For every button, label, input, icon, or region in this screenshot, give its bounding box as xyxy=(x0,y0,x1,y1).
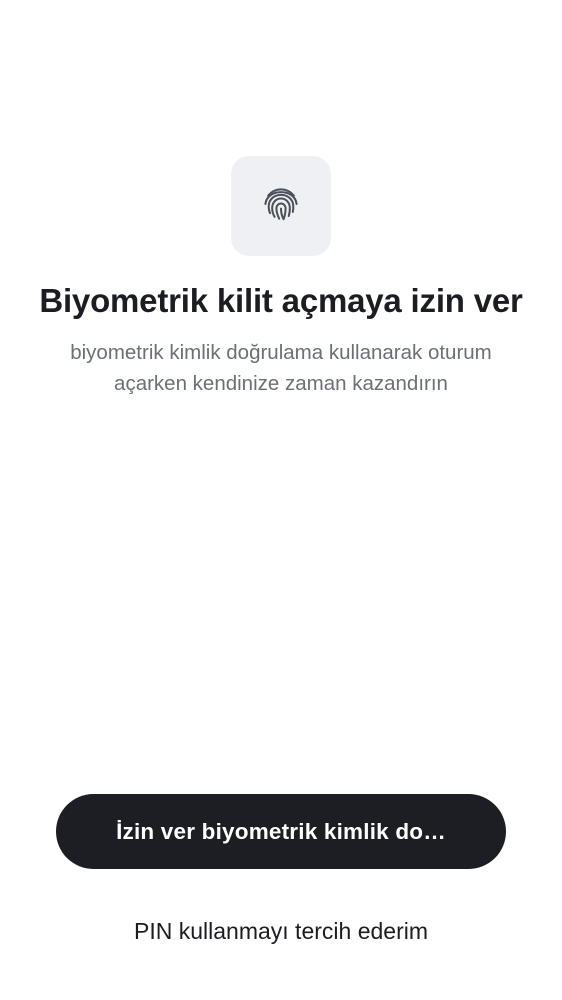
allow-biometric-button[interactable]: İzin ver biyometrik kimlik do… xyxy=(56,794,506,869)
fingerprint-tile xyxy=(231,156,331,256)
fingerprint-icon xyxy=(259,182,303,231)
page-subtitle: biyometrik kimlik doğrulama kullanarak o… xyxy=(70,341,492,395)
use-pin-button[interactable]: PIN kullanmayı tercih ederim xyxy=(56,905,506,957)
page-title: Biyometrik kilit açmaya izin ver xyxy=(39,282,523,319)
allow-biometric-button-label: İzin ver biyometrik kimlik do… xyxy=(116,818,446,844)
